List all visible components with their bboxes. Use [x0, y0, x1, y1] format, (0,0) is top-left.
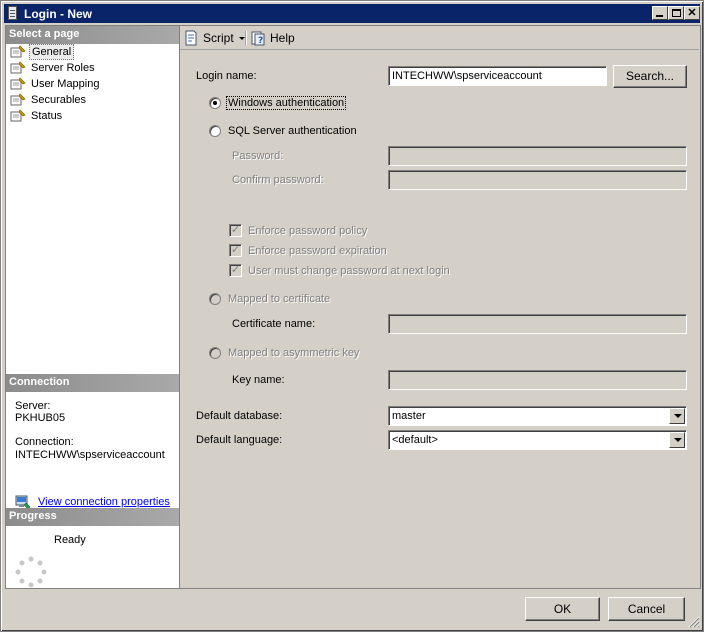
must-change-label: User must change password at next login	[248, 265, 450, 277]
cert-name-input[interactable]	[388, 314, 687, 334]
close-icon: ✕	[687, 7, 697, 19]
login-name-input[interactable]: INTECHWW\spserviceaccount	[388, 66, 607, 86]
script-button[interactable]: Script	[183, 29, 245, 47]
password-input[interactable]	[388, 146, 687, 166]
connection-label: Connection:	[15, 436, 74, 448]
ok-button[interactable]: OK	[525, 597, 600, 621]
mapped-asym-label: Mapped to asymmetric key	[228, 347, 360, 359]
login-name-label: Login name:	[196, 70, 257, 82]
confirm-password-label: Confirm password:	[232, 174, 324, 186]
view-connection-properties-link[interactable]: View connection properties	[38, 496, 170, 508]
windows-auth-radio[interactable]	[209, 97, 221, 109]
progress-spinner-icon	[15, 556, 47, 588]
maximize-button[interactable]	[668, 6, 684, 20]
page-wrench-icon	[10, 93, 26, 106]
key-name-input[interactable]	[388, 370, 687, 390]
help-label: Help	[270, 31, 295, 45]
page-user-mapping[interactable]: User Mapping	[8, 76, 178, 92]
confirm-password-input[interactable]	[388, 170, 687, 190]
left-panel: Select a page General Server Roles User …	[5, 25, 180, 589]
default-db-value: master	[392, 410, 426, 422]
connection-value: INTECHWW\spserviceaccount	[15, 449, 165, 461]
page-general[interactable]: General	[8, 44, 178, 60]
script-label: Script	[203, 31, 234, 45]
must-change-checkbox[interactable]: ✓	[229, 264, 242, 277]
close-button[interactable]: ✕	[684, 6, 700, 20]
window-title: Login - New	[24, 7, 92, 21]
progress-status: Ready	[54, 534, 86, 546]
page-server-roles-label: Server Roles	[31, 62, 95, 74]
progress-header: Progress	[6, 508, 179, 526]
default-db-select[interactable]: master	[388, 406, 687, 426]
connection-header: Connection	[6, 374, 179, 392]
cancel-button[interactable]: Cancel	[608, 597, 685, 621]
page-securables[interactable]: Securables	[8, 92, 178, 108]
page-securables-label: Securables	[31, 94, 87, 106]
cert-name-label: Certificate name:	[232, 318, 316, 330]
mapped-cert-radio[interactable]	[209, 293, 221, 305]
dropdown-arrow-icon[interactable]	[669, 432, 685, 448]
search-button[interactable]: Search...	[613, 65, 687, 88]
toolbar-separator	[245, 31, 247, 45]
dropdown-arrow-icon[interactable]	[669, 408, 685, 424]
title-bar[interactable]: Login - New ✕	[4, 4, 700, 23]
page-general-label: General	[29, 44, 75, 60]
default-lang-select[interactable]: <default>	[388, 430, 687, 450]
select-page-header: Select a page	[6, 26, 179, 44]
enforce-policy-checkbox[interactable]: ✓	[229, 224, 242, 237]
password-label: Password:	[232, 150, 284, 162]
mapped-cert-label: Mapped to certificate	[228, 293, 331, 305]
page-wrench-icon	[10, 77, 26, 90]
help-icon: ?	[250, 30, 266, 46]
page-user-mapping-label: User Mapping	[31, 78, 100, 90]
default-lang-value: <default>	[392, 434, 438, 446]
page-server-roles[interactable]: Server Roles	[8, 60, 178, 76]
help-button[interactable]: ? Help	[250, 29, 300, 47]
right-panel: Script ? Help Login name: INTECHWW\spser…	[180, 25, 701, 589]
page-status[interactable]: Status	[8, 108, 178, 124]
toolbar: Script ? Help	[180, 26, 699, 50]
page-wrench-icon	[10, 109, 26, 122]
enforce-expiration-label: Enforce password expiration	[248, 245, 387, 257]
document-icon	[8, 6, 17, 20]
sql-auth-label[interactable]: SQL Server authentication	[228, 125, 357, 137]
minimize-button[interactable]	[652, 6, 668, 20]
maximize-icon	[672, 9, 681, 17]
enforce-policy-label: Enforce password policy	[248, 225, 368, 237]
page-status-label: Status	[31, 110, 63, 122]
default-lang-label: Default language:	[196, 434, 283, 446]
svg-text:?: ?	[258, 36, 263, 46]
key-name-label: Key name:	[232, 374, 285, 386]
minimize-icon	[656, 15, 663, 17]
script-icon	[183, 30, 199, 46]
mapped-asym-radio[interactable]	[209, 347, 221, 359]
page-wrench-icon	[10, 45, 26, 58]
enforce-expiration-checkbox[interactable]: ✓	[229, 244, 242, 257]
server-value: PKHUB05	[15, 412, 66, 424]
server-label: Server:	[15, 400, 51, 412]
sql-auth-radio[interactable]	[209, 125, 221, 137]
default-db-label: Default database:	[196, 410, 283, 422]
resize-grip-icon[interactable]	[688, 616, 700, 628]
login-new-window: Login - New ✕ Select a page General Serv…	[0, 0, 704, 632]
page-wrench-icon	[10, 61, 26, 74]
windows-auth-label[interactable]: Windows authentication	[226, 96, 347, 110]
